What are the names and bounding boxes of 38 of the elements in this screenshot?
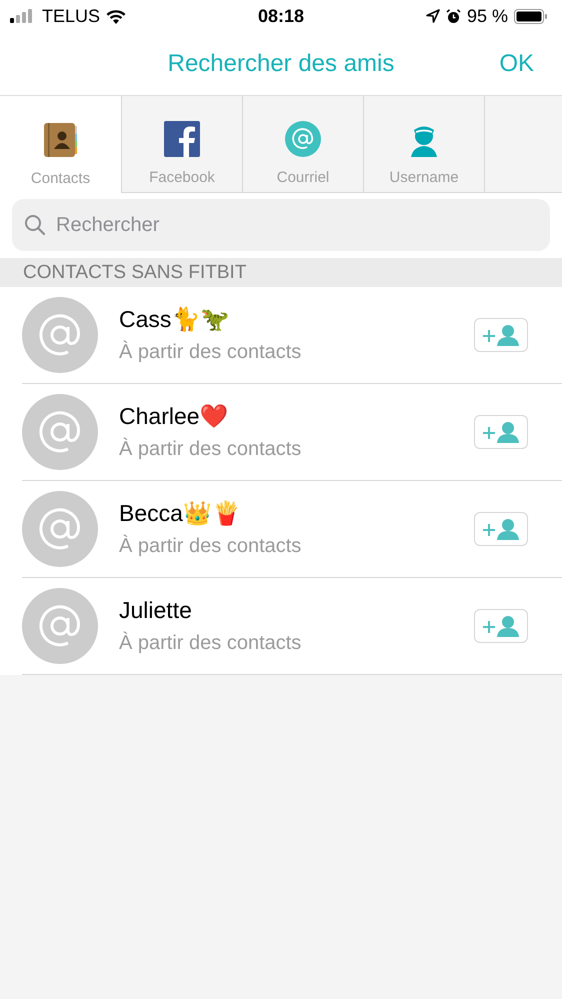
avatar-at-icon [22, 588, 98, 664]
battery-percent: 95 % [466, 6, 508, 26]
contact-source: À partir des contacts [119, 535, 302, 558]
ok-button[interactable]: OK [495, 46, 538, 82]
tab[interactable]: Courriel [242, 96, 363, 193]
contact-name: Becca👑🍟 [119, 500, 242, 527]
contact-source: À partir des contacts [119, 438, 302, 461]
add-person-icon [481, 421, 521, 443]
status-time: 08:18 [258, 6, 304, 26]
search-field[interactable]: Rechercher [12, 199, 550, 251]
facebook-icon [164, 121, 200, 157]
add-person-icon [481, 518, 521, 540]
avatar-at-icon [22, 491, 98, 567]
add-friend-button[interactable] [474, 609, 528, 643]
alarm-icon [446, 8, 461, 24]
tab[interactable]: Username [363, 96, 484, 193]
avatar-at-icon [22, 394, 98, 470]
add-person-icon [481, 615, 521, 637]
contact-source: À partir des contacts [119, 341, 302, 364]
search-icon [24, 214, 46, 236]
tab[interactable]: Facebook [121, 96, 242, 193]
contact-name: Charlee❤ [119, 403, 230, 430]
email-at-icon [285, 121, 321, 157]
battery-icon [514, 8, 548, 24]
add-person-icon [481, 324, 521, 346]
carrier-name: TELUS [42, 6, 100, 26]
add-friend-button[interactable] [474, 415, 528, 449]
contact-name: Cass🐈🦖 [119, 306, 230, 333]
add-friend-button[interactable] [474, 512, 528, 546]
contact-name: Juliette [119, 597, 193, 624]
wifi-icon [106, 8, 126, 24]
avatar-at-icon [22, 297, 98, 373]
add-friend-button[interactable] [474, 318, 528, 352]
address-book-icon [42, 122, 78, 158]
contact-source: À partir des contacts [119, 632, 302, 655]
page-title: Rechercher des amis [168, 50, 394, 78]
section-title: CONTACTS SANS FITBIT [23, 262, 246, 284]
location-arrow-icon [426, 9, 440, 23]
